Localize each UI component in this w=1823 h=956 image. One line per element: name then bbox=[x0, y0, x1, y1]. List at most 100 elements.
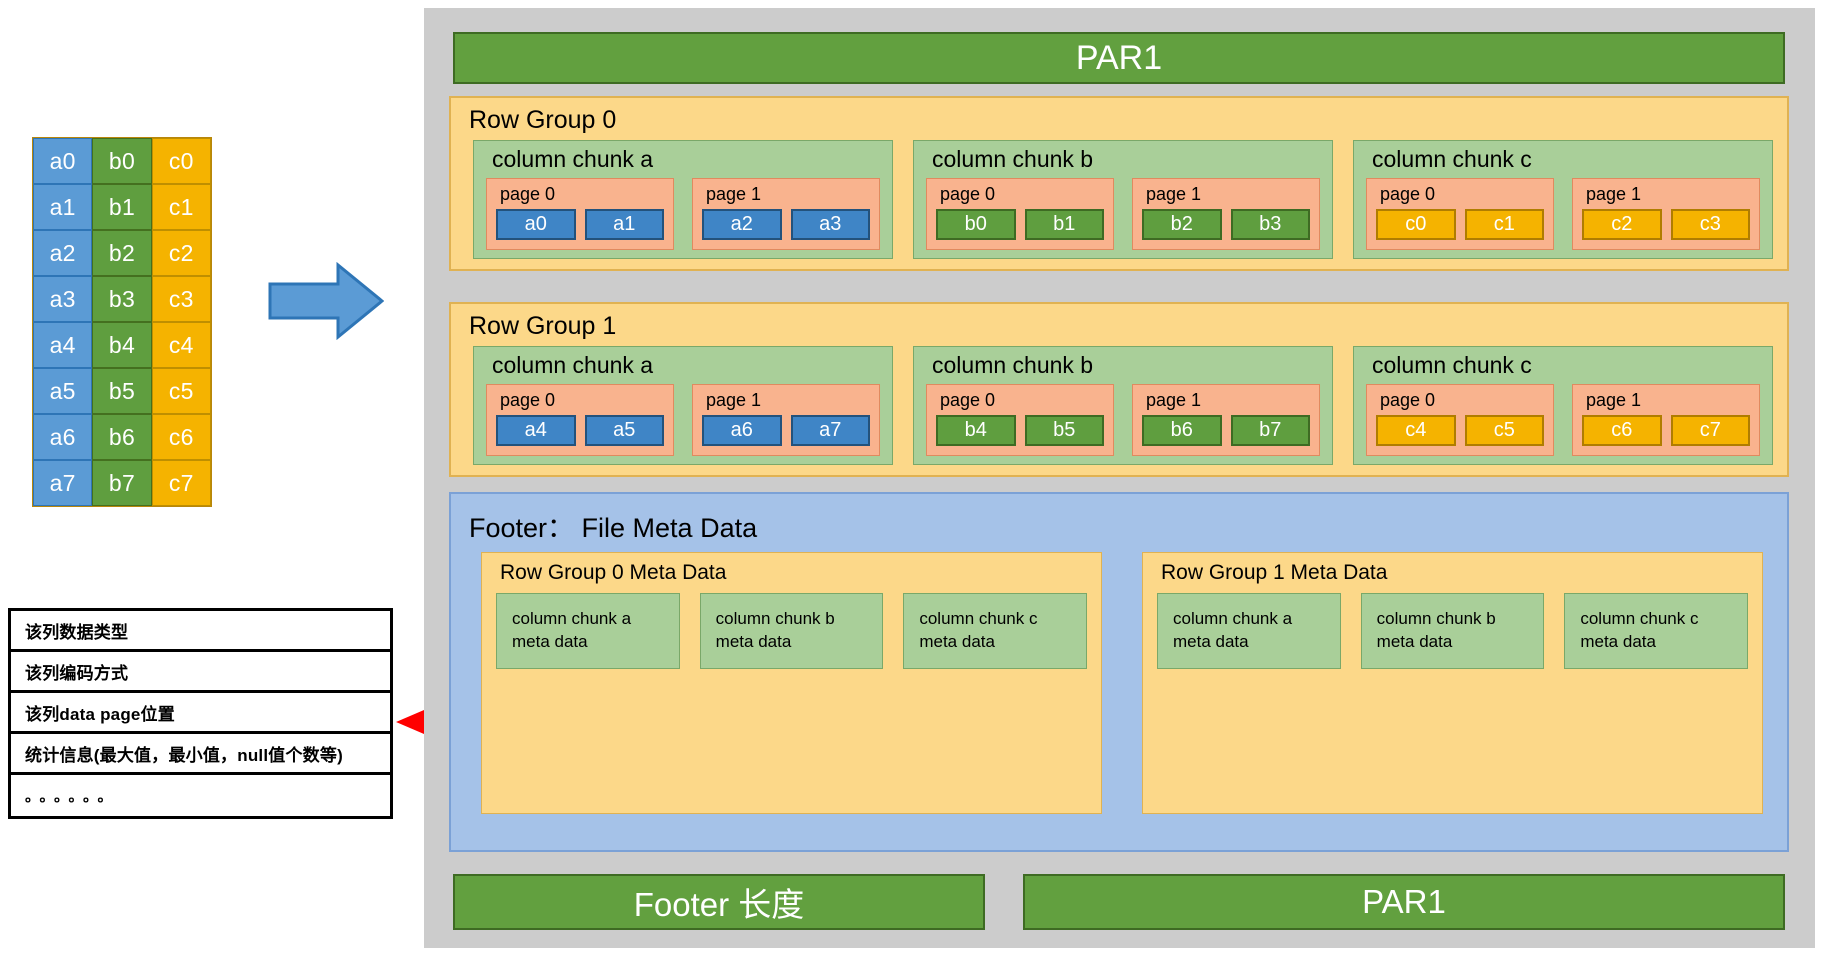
column-meta-legend-row: 统计信息(最大值，最小值，null值个数等) bbox=[11, 734, 390, 775]
row-group-meta-title: Row Group 0 Meta Data bbox=[500, 561, 727, 584]
column-chunk-meta-line2: meta data bbox=[1580, 632, 1656, 651]
page-values: a2 a3 bbox=[702, 209, 870, 240]
column-chunk-meta-data: column chunk a meta data bbox=[496, 593, 680, 669]
value-cell-c5: c5 bbox=[1464, 415, 1544, 446]
source-cell-a6: a6 bbox=[33, 414, 93, 460]
page-values: b6 b7 bbox=[1142, 415, 1310, 446]
pages-row: page 0 c4 c5 page 1 c6 c7 bbox=[1366, 384, 1760, 456]
source-cell-b1: b1 bbox=[92, 184, 152, 230]
magic-number-top-bar: PAR1 bbox=[453, 32, 1785, 84]
column-chunk-meta-line1: column chunk b bbox=[715, 609, 835, 629]
page-title: page 0 bbox=[1380, 390, 1436, 410]
row-group-meta-title: Row Group 1 Meta Data bbox=[1161, 561, 1388, 584]
row-group-1-chunks: column chunk a page 0 a4 a5 page 1 a6 a7 column… bbox=[473, 346, 1773, 465]
page-values: c6 c7 bbox=[1582, 415, 1750, 446]
column-chunk-a: column chunk a page 0 a0 a1 page 1 a2 a3 bbox=[473, 140, 893, 259]
page-title: page 1 bbox=[1146, 184, 1202, 204]
column-chunk-meta-line2: meta data bbox=[715, 632, 792, 651]
column-meta-legend-row: 该列data page位置 bbox=[11, 693, 390, 734]
source-table-row: a7 b7 c7 bbox=[33, 460, 211, 506]
column-chunk-title: column chunk b bbox=[932, 352, 1094, 378]
page-title: page 0 bbox=[1380, 184, 1436, 204]
source-cell-c3: c3 bbox=[151, 276, 211, 322]
column-meta-legend-row: 。。。。。。 bbox=[25, 788, 120, 805]
source-cell-b4: b4 bbox=[92, 322, 152, 368]
column-chunk-meta-data: column chunk b meta data bbox=[1360, 593, 1545, 669]
column-chunk-title: column chunk a bbox=[492, 352, 654, 378]
value-cell-c3: c3 bbox=[1670, 209, 1750, 240]
value-cell-b1: b1 bbox=[1024, 209, 1104, 240]
pages-row: page 0 b0 b1 page 1 b2 b3 bbox=[926, 178, 1320, 250]
source-cell-a2: a2 bbox=[33, 230, 93, 276]
pages-row: page 0 b4 b5 page 1 b6 b7 bbox=[926, 384, 1320, 456]
column-chunk-meta-data: column chunk b meta data bbox=[699, 593, 884, 669]
magic-number-bottom-bar: PAR1 bbox=[1023, 874, 1785, 930]
value-cell-c0: c0 bbox=[1376, 209, 1456, 240]
column-chunk-meta-row: column chunk a meta data column chunk b met… bbox=[1157, 593, 1749, 669]
value-cell-a1: a1 bbox=[584, 209, 664, 240]
value-cell-a0: a0 bbox=[496, 209, 576, 240]
value-cell-a2: a2 bbox=[702, 209, 782, 240]
column-chunk-title: column chunk b bbox=[932, 146, 1094, 172]
source-cell-c5: c5 bbox=[151, 368, 211, 414]
source-cell-a7: a7 bbox=[33, 460, 93, 506]
source-table-row: a4 b4 c4 bbox=[33, 322, 211, 368]
column-chunk-meta-line2: meta data bbox=[919, 632, 995, 651]
column-meta-legend-row: 该列数据类型 bbox=[11, 611, 390, 652]
column-chunk-meta-row: column chunk a meta data column chunk b met… bbox=[496, 593, 1088, 669]
value-cell-c4: c4 bbox=[1376, 415, 1456, 446]
page-title: page 1 bbox=[1586, 390, 1642, 410]
page-box: page 1 a6 a7 bbox=[692, 384, 880, 456]
source-cell-b7: b7 bbox=[92, 460, 152, 506]
value-cell-b2: b2 bbox=[1142, 209, 1222, 240]
pages-row: page 0 a4 a5 page 1 a6 a7 bbox=[486, 384, 880, 456]
source-table-row: a5 b5 c5 bbox=[33, 368, 211, 414]
page-box: page 0 c4 c5 bbox=[1366, 384, 1554, 456]
value-cell-a4: a4 bbox=[496, 415, 576, 446]
column-meta-legend-table: 该列数据类型 该列编码方式 该列data page位置 统计信息(最大值，最小值，nu… bbox=[8, 608, 393, 819]
column-chunk-a: column chunk a page 0 a4 a5 page 1 a6 a7 bbox=[473, 346, 893, 465]
row-group-1-meta-data: Row Group 1 Meta Data column chunk a meta … bbox=[1142, 552, 1763, 814]
source-cell-c2: c2 bbox=[151, 230, 211, 276]
column-meta-legend-row: 该列编码方式 bbox=[11, 652, 390, 693]
column-chunk-meta-line1: column chunk a bbox=[512, 609, 632, 629]
source-cell-a1: a1 bbox=[33, 184, 93, 230]
value-cell-b7: b7 bbox=[1230, 415, 1310, 446]
value-cell-a7: a7 bbox=[790, 415, 870, 446]
page-box: page 1 c2 c3 bbox=[1572, 178, 1760, 250]
source-data-table: a0 b0 c0 a1 b1 c1 a2 b2 c2 a3 b3 c3 a4 b4 c4 a5 b5 c5 a6 b6… bbox=[32, 137, 212, 507]
page-values: a0 a1 bbox=[496, 209, 664, 240]
page-title: page 0 bbox=[500, 390, 556, 410]
row-group-1-title: Row Group 1 bbox=[469, 312, 617, 340]
value-cell-c7: c7 bbox=[1670, 415, 1750, 446]
value-cell-b6: b6 bbox=[1142, 415, 1222, 446]
source-table-row: a2 b2 c2 bbox=[33, 230, 211, 276]
source-table-row: a6 b6 c6 bbox=[33, 414, 211, 460]
page-box: page 1 c6 c7 bbox=[1572, 384, 1760, 456]
page-values: b4 b5 bbox=[936, 415, 1104, 446]
column-chunk-meta-line1: column chunk c bbox=[1580, 609, 1699, 629]
source-cell-c0: c0 bbox=[151, 138, 211, 184]
column-chunk-meta-line1: column chunk a bbox=[1173, 609, 1293, 629]
value-cell-b4: b4 bbox=[936, 415, 1016, 446]
page-title: page 0 bbox=[940, 184, 996, 204]
column-chunk-meta-data: column chunk c meta data bbox=[1564, 593, 1749, 669]
page-box: page 1 b6 b7 bbox=[1132, 384, 1320, 456]
page-box: page 0 a0 a1 bbox=[486, 178, 674, 250]
row-group-meta-container: Row Group 0 Meta Data column chunk a meta … bbox=[481, 552, 1763, 814]
source-cell-c7: c7 bbox=[151, 460, 211, 506]
column-chunk-meta-data: column chunk a meta data bbox=[1157, 593, 1341, 669]
column-chunk-meta-data: column chunk c meta data bbox=[903, 593, 1088, 669]
page-title: page 1 bbox=[1586, 184, 1642, 204]
page-title: page 1 bbox=[706, 390, 762, 410]
page-values: c4 c5 bbox=[1376, 415, 1544, 446]
pages-row: page 0 c0 c1 page 1 c2 c3 bbox=[1366, 178, 1760, 250]
page-box: page 1 b2 b3 bbox=[1132, 178, 1320, 250]
page-box: page 0 c0 c1 bbox=[1366, 178, 1554, 250]
parquet-file-panel: PAR1 Row Group 0 column chunk a page 0 a0 a… bbox=[424, 8, 1815, 948]
page-box: page 0 b4 b5 bbox=[926, 384, 1114, 456]
source-cell-a4: a4 bbox=[33, 322, 93, 368]
value-cell-a6: a6 bbox=[702, 415, 782, 446]
page-title: page 0 bbox=[500, 184, 556, 204]
row-group-0-title: Row Group 0 bbox=[469, 106, 617, 134]
